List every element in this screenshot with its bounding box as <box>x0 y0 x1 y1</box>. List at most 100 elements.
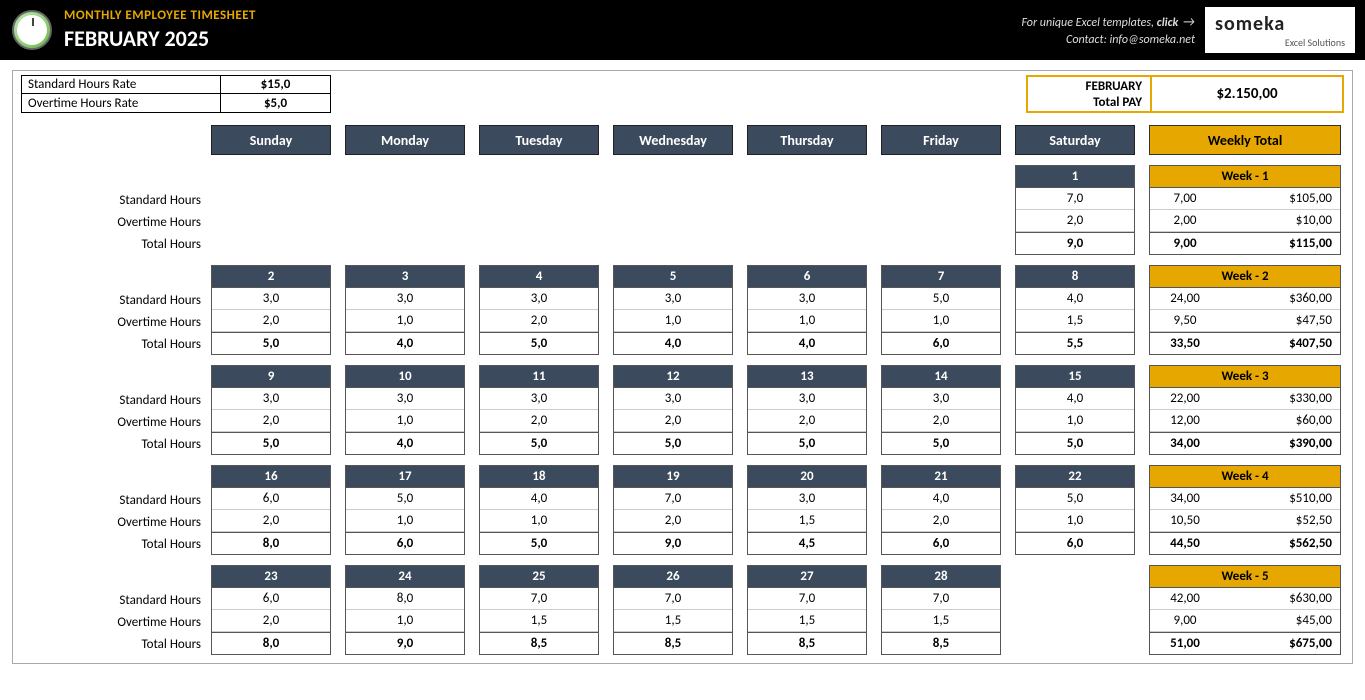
hours-cell[interactable]: 5,0 <box>480 532 598 554</box>
hours-cell[interactable]: 4,0 <box>614 332 732 354</box>
hours-cell[interactable]: 1,5 <box>480 610 598 632</box>
hours-cell[interactable]: 4,0 <box>882 488 1000 510</box>
hours-cell[interactable]: 5,0 <box>480 432 598 454</box>
hours-cell[interactable]: 3,0 <box>748 488 866 510</box>
week-pay: $47,50 <box>1220 310 1340 331</box>
hours-cell[interactable]: 5,0 <box>882 432 1000 454</box>
hours-cell[interactable]: 8,5 <box>614 632 732 654</box>
hours-cell[interactable]: 3,0 <box>480 388 598 410</box>
hours-cell[interactable]: 1,0 <box>346 410 464 432</box>
hours-cell[interactable]: 7,0 <box>1016 188 1134 210</box>
hours-cell[interactable]: 6,0 <box>882 532 1000 554</box>
hours-cell[interactable]: 5,0 <box>1016 488 1134 510</box>
hours-cell[interactable]: 7,0 <box>614 488 732 510</box>
row-label-standard: Standard Hours <box>21 289 201 311</box>
hours-cell[interactable]: 5,0 <box>614 432 732 454</box>
hours-cell[interactable]: 8,0 <box>346 588 464 610</box>
hours-cell[interactable]: 4,0 <box>1016 288 1134 310</box>
week-title: Week - 5 <box>1150 566 1340 588</box>
hours-cell[interactable]: 6,0 <box>212 588 330 610</box>
hours-cell[interactable]: 6,0 <box>346 532 464 554</box>
day-cell: 225,01,06,0 <box>1015 465 1135 555</box>
hours-cell[interactable]: 7,0 <box>480 588 598 610</box>
hours-cell[interactable]: 1,5 <box>614 610 732 632</box>
promo-link[interactable]: For unique Excel templates, click→ <box>1021 12 1195 32</box>
hours-cell[interactable]: 1,5 <box>1016 310 1134 332</box>
hours-cell[interactable]: 2,0 <box>614 410 732 432</box>
hours-cell[interactable]: 3,0 <box>212 288 330 310</box>
hours-cell[interactable]: 1,0 <box>480 510 598 532</box>
hours-cell[interactable]: 3,0 <box>614 288 732 310</box>
hours-cell[interactable]: 2,0 <box>212 510 330 532</box>
hours-cell[interactable]: 3,0 <box>346 388 464 410</box>
hours-cell[interactable]: 2,0 <box>212 410 330 432</box>
row-label-overtime: Overtime Hours <box>21 211 201 233</box>
day-number: 20 <box>748 466 866 488</box>
hours-cell[interactable]: 2,0 <box>882 510 1000 532</box>
week-hours: 34,00 <box>1150 433 1220 454</box>
hours-cell[interactable]: 4,0 <box>480 488 598 510</box>
hours-cell[interactable]: 1,0 <box>748 310 866 332</box>
hours-cell[interactable]: 8,0 <box>212 532 330 554</box>
hours-cell[interactable]: 1,5 <box>748 510 866 532</box>
hours-cell[interactable]: 8,0 <box>212 632 330 654</box>
hours-cell[interactable]: 3,0 <box>748 388 866 410</box>
hours-cell[interactable]: 2,0 <box>480 310 598 332</box>
hours-cell[interactable]: 9,0 <box>1016 232 1134 254</box>
hours-cell[interactable]: 1,5 <box>882 610 1000 632</box>
hours-cell[interactable]: 2,0 <box>748 410 866 432</box>
hours-cell[interactable]: 2,0 <box>882 410 1000 432</box>
hours-cell[interactable]: 8,5 <box>748 632 866 654</box>
hours-cell[interactable]: 2,0 <box>1016 210 1134 232</box>
hours-cell[interactable]: 8,5 <box>882 632 1000 654</box>
hours-cell[interactable]: 5,0 <box>212 332 330 354</box>
hours-cell[interactable]: 2,0 <box>212 610 330 632</box>
day-number: 22 <box>1016 466 1134 488</box>
week-pay: $390,00 <box>1220 433 1340 454</box>
hours-cell[interactable]: 2,0 <box>212 310 330 332</box>
hours-cell[interactable]: 1,0 <box>1016 410 1134 432</box>
hours-cell[interactable]: 1,0 <box>882 310 1000 332</box>
hours-cell[interactable]: 5,0 <box>748 432 866 454</box>
hours-cell[interactable]: 6,0 <box>882 332 1000 354</box>
hours-cell[interactable]: 5,0 <box>480 332 598 354</box>
hours-cell[interactable]: 7,0 <box>748 588 866 610</box>
hours-cell[interactable]: 5,5 <box>1016 332 1134 354</box>
hours-cell[interactable]: 4,0 <box>346 432 464 454</box>
overtime-rate-value[interactable]: $5,0 <box>220 94 330 112</box>
hours-cell[interactable]: 5,0 <box>882 288 1000 310</box>
hours-cell[interactable]: 1,0 <box>614 310 732 332</box>
hours-cell[interactable]: 4,0 <box>346 332 464 354</box>
hours-cell[interactable]: 3,0 <box>480 288 598 310</box>
hours-cell[interactable]: 3,0 <box>748 288 866 310</box>
hours-cell[interactable]: 4,5 <box>748 532 866 554</box>
hours-cell[interactable]: 7,0 <box>614 588 732 610</box>
hours-cell[interactable]: 3,0 <box>882 388 1000 410</box>
hours-cell[interactable]: 6,0 <box>1016 532 1134 554</box>
hours-cell[interactable]: 4,0 <box>1016 388 1134 410</box>
week-summary: Week - 542,00$630,009,00$45,0051,00$675,… <box>1149 565 1341 655</box>
hours-cell[interactable]: 6,0 <box>212 488 330 510</box>
hours-cell[interactable]: 3,0 <box>614 388 732 410</box>
hours-cell[interactable]: 8,5 <box>480 632 598 654</box>
hours-cell[interactable]: 9,0 <box>614 532 732 554</box>
brand-logo[interactable]: someka Excel Solutions <box>1205 7 1355 53</box>
hours-cell[interactable]: 5,0 <box>212 432 330 454</box>
hours-cell[interactable]: 7,0 <box>882 588 1000 610</box>
hours-cell[interactable]: 1,0 <box>346 310 464 332</box>
day-header: Tuesday <box>479 125 599 155</box>
standard-rate-value[interactable]: $15,0 <box>220 76 330 93</box>
hours-cell[interactable]: 1,0 <box>346 510 464 532</box>
hours-cell[interactable]: 5,0 <box>346 488 464 510</box>
hours-cell[interactable]: 3,0 <box>212 388 330 410</box>
hours-cell[interactable]: 5,0 <box>1016 432 1134 454</box>
hours-cell[interactable]: 9,0 <box>346 632 464 654</box>
hours-cell[interactable]: 2,0 <box>614 510 732 532</box>
hours-cell[interactable]: 1,5 <box>748 610 866 632</box>
hours-cell[interactable]: 1,0 <box>1016 510 1134 532</box>
hours-cell[interactable]: 4,0 <box>748 332 866 354</box>
day-number: 18 <box>480 466 598 488</box>
hours-cell[interactable]: 3,0 <box>346 288 464 310</box>
hours-cell[interactable]: 2,0 <box>480 410 598 432</box>
hours-cell[interactable]: 1,0 <box>346 610 464 632</box>
